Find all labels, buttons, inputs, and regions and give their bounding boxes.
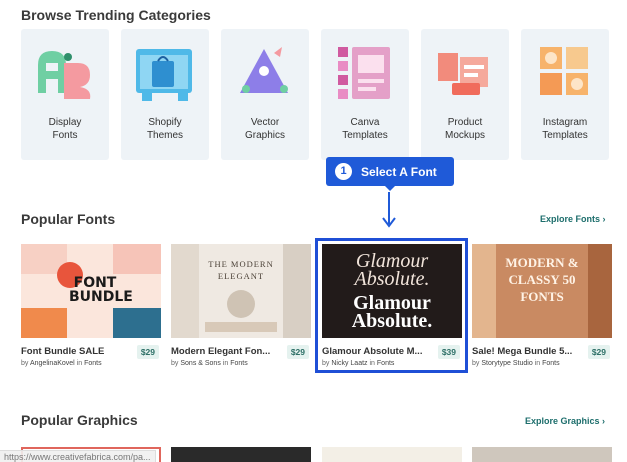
category-label: Vector Graphics [244, 117, 285, 141]
price-badge: $29 [136, 345, 159, 359]
category-link[interactable]: Fonts [542, 360, 560, 367]
category-product-mockups[interactable]: Product Mockups [421, 29, 509, 160]
vector-graphics-icon [240, 47, 288, 93]
callout-tail [385, 186, 395, 191]
product-name[interactable]: Sale! Mega Bundle 5... [472, 346, 580, 357]
instagram-templates-icon [540, 47, 588, 95]
display-fonts-icon [38, 51, 91, 99]
thumbnail-text: MODERN & CLASSY 50 FONTS [505, 255, 579, 304]
category-label: Product Mockups [444, 117, 485, 141]
popular-fonts-title: Popular Fonts [21, 211, 116, 227]
thumbnail-text: THE MODERN ELEGANT [208, 259, 274, 281]
price-badge: $29 [286, 345, 309, 359]
product-name[interactable]: Font Bundle SALE [21, 346, 129, 357]
popular-graphics-title: Popular Graphics [21, 412, 138, 428]
author-link[interactable]: Sons & Sons [180, 360, 220, 367]
browse-categories-title: Browse Trending Categories [21, 7, 211, 23]
thumbnail-text: FONT BUNDLE [69, 275, 133, 305]
product-thumbnail[interactable]: THE MODERN ELEGANT [171, 244, 311, 338]
graphic-thumbnail[interactable] [472, 447, 612, 462]
author-link[interactable]: Storytype Studio [481, 360, 532, 367]
category-label: Instagram Templates [542, 117, 588, 141]
category-display-fonts[interactable]: Display Fonts [21, 29, 109, 160]
product-name[interactable]: Modern Elegant Fon... [171, 346, 279, 357]
product-mockups-icon [438, 53, 488, 95]
product-thumbnail[interactable]: FONT BUNDLE [21, 244, 161, 338]
arrow-down-icon [382, 192, 396, 228]
graphic-thumbnail[interactable] [322, 447, 462, 462]
category-shopify-themes[interactable]: Shopify Themes [121, 29, 209, 160]
callout-text: Select A Font [361, 165, 437, 179]
step-number-badge: 1 [335, 163, 352, 180]
category-link[interactable]: Fonts [230, 360, 248, 367]
product-author-line: by Storytype Studio in Fonts [472, 360, 560, 367]
select-font-callout: 1 Select A Font [326, 157, 454, 186]
category-vector-graphics[interactable]: Vector Graphics [221, 29, 309, 160]
status-bar-url: https://www.creativefabrica.com/pa... [0, 450, 156, 462]
category-instagram-templates[interactable]: Instagram Templates [521, 29, 609, 160]
explore-fonts-link[interactable]: Explore Fonts › [540, 214, 606, 224]
shopify-themes-icon [136, 49, 192, 101]
selection-highlight [315, 238, 468, 373]
author-link[interactable]: AngelinaKovel [30, 360, 75, 367]
price-badge: $29 [587, 345, 610, 359]
graphic-thumbnail[interactable] [171, 447, 311, 462]
explore-graphics-link[interactable]: Explore Graphics › [525, 416, 605, 426]
product-author-line: by Sons & Sons in Fonts [171, 360, 248, 367]
category-label: Display Fonts [48, 117, 82, 141]
canva-templates-icon [338, 47, 390, 99]
product-author-line: by AngelinaKovel in Fonts [21, 360, 102, 367]
category-link[interactable]: Fonts [84, 360, 102, 367]
category-label: Canva Templates [342, 117, 388, 141]
category-label: Shopify Themes [146, 117, 184, 141]
category-canva-templates[interactable]: Canva Templates [321, 29, 409, 160]
product-thumbnail[interactable]: MODERN & CLASSY 50 FONTS [472, 244, 612, 338]
